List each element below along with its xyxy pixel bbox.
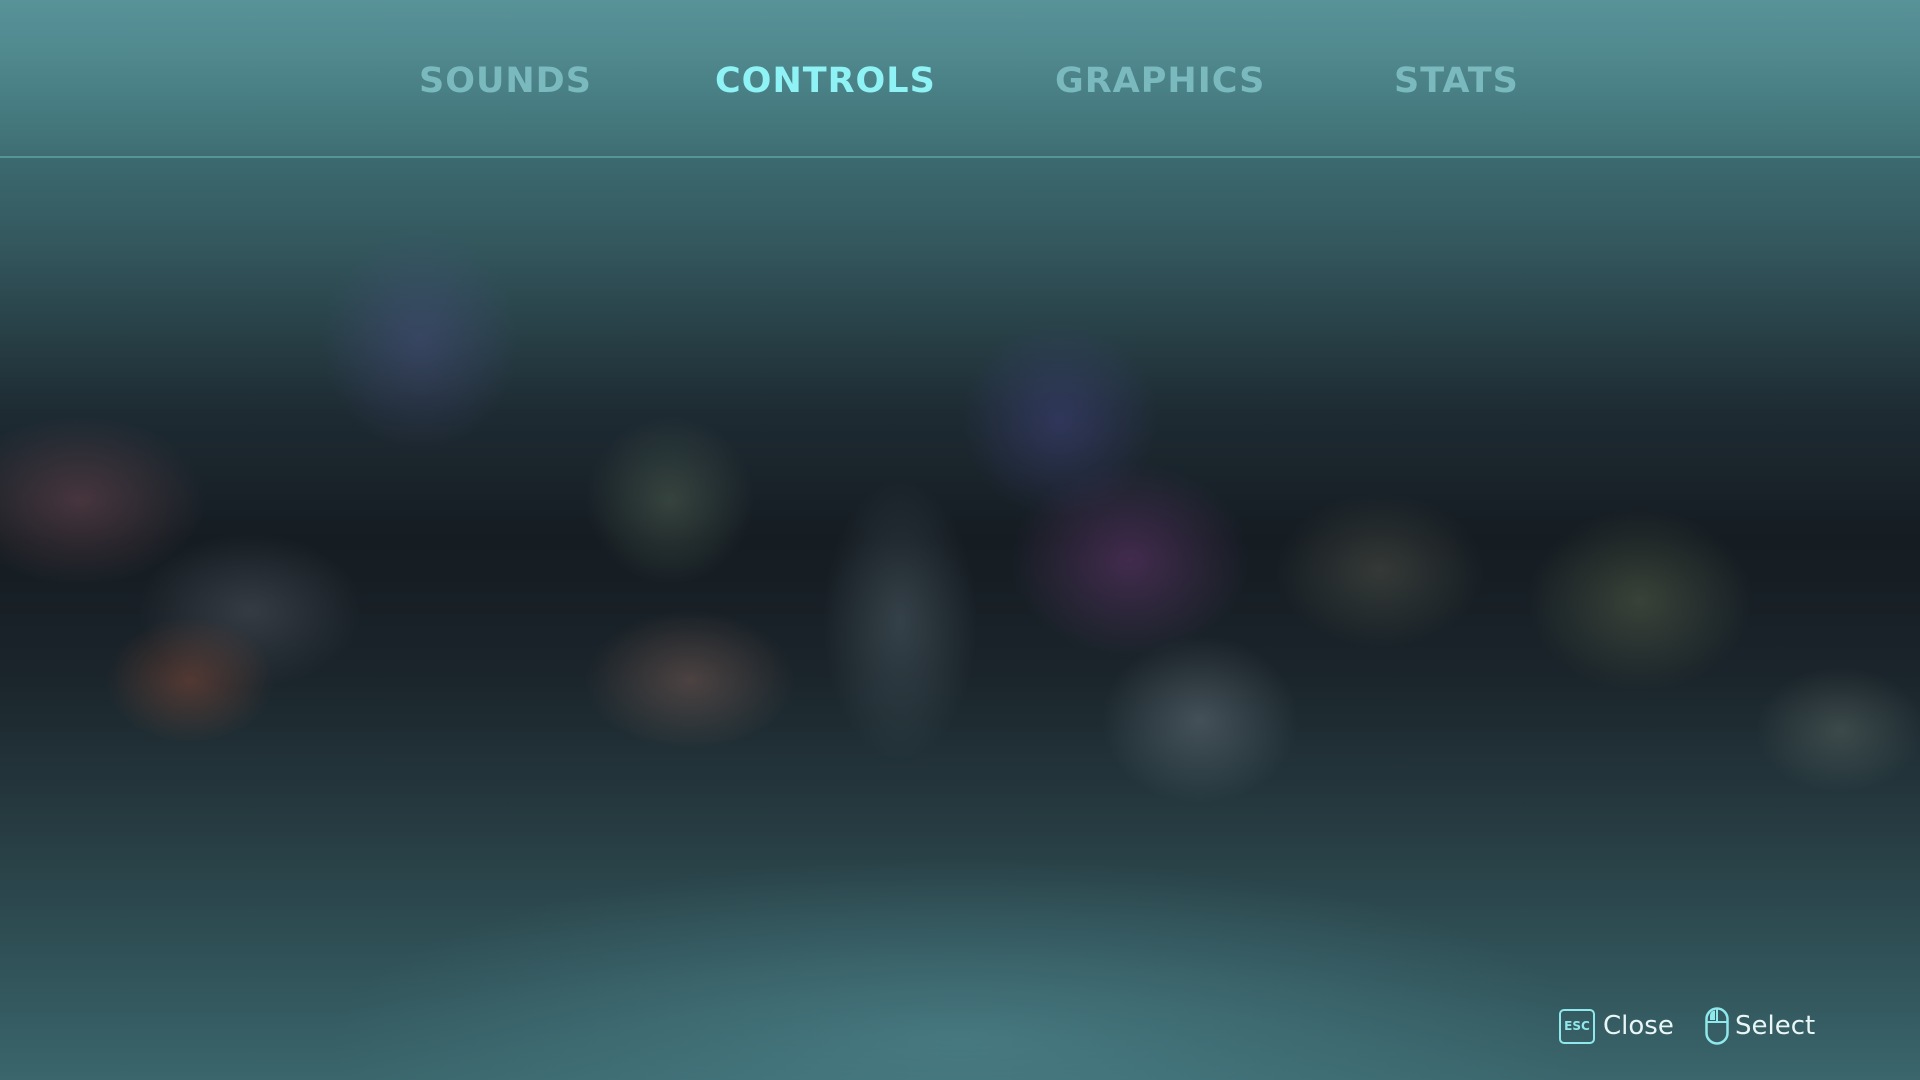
blurred-game-background [0, 0, 1920, 1080]
tab-controls[interactable]: CONTROLS [715, 58, 936, 104]
settings-screen: SOUNDS CONTROLS GRAPHICS STATS ESC Close… [0, 0, 1920, 1080]
select-hint[interactable]: Select [1705, 1006, 1815, 1046]
tab-graphics[interactable]: GRAPHICS [1055, 58, 1265, 104]
esc-key-icon: ESC [1559, 1008, 1595, 1044]
tab-stats[interactable]: STATS [1394, 58, 1519, 104]
close-hint[interactable]: ESC Close [1559, 1006, 1674, 1046]
tab-sounds[interactable]: SOUNDS [419, 58, 592, 104]
tab-bar-divider [0, 156, 1920, 158]
close-hint-label: Close [1603, 1011, 1674, 1041]
mouse-left-click-icon [1705, 1007, 1729, 1045]
select-hint-label: Select [1735, 1011, 1816, 1041]
tab-bar [0, 0, 1920, 157]
